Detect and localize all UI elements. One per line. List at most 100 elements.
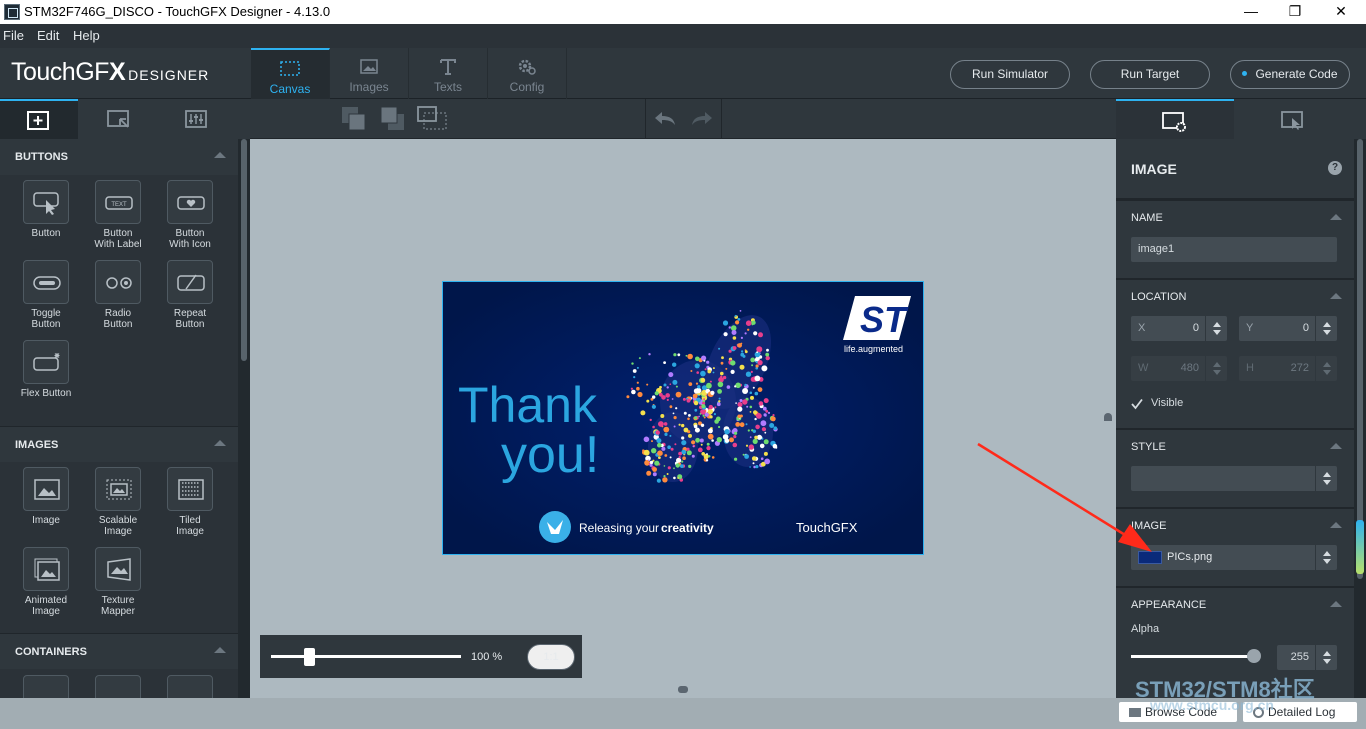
tab-properties[interactable] xyxy=(1116,99,1234,139)
butterfly-dot xyxy=(668,372,674,378)
image-select[interactable]: PICs.png xyxy=(1131,545,1337,570)
restore-button[interactable]: ❐ xyxy=(1272,0,1318,24)
alpha-stepper[interactable] xyxy=(1315,645,1337,670)
butterfly-dot xyxy=(701,404,706,409)
butterfly-dot xyxy=(764,431,767,434)
widget-animated-image[interactable]: Animated Image xyxy=(12,547,80,617)
flex-button-icon xyxy=(33,353,60,371)
widget-repeat-button[interactable]: Repeat Button xyxy=(156,260,224,330)
widget-tiled-image[interactable]: Tiled Image xyxy=(156,467,224,537)
style-select[interactable] xyxy=(1131,466,1337,491)
widget-label: Image xyxy=(32,515,60,526)
butterfly-dot xyxy=(744,383,747,387)
y-field[interactable]: Y 0 xyxy=(1239,316,1337,341)
butterfly-dot xyxy=(772,414,775,417)
tab-interactions-right[interactable] xyxy=(1236,99,1354,139)
butterfly-dot xyxy=(695,382,699,385)
widget-button-with-icon[interactable]: Button With Icon xyxy=(156,180,224,250)
image1-widget[interactable]: ST life.augmented Thank you! Releasing y… xyxy=(442,281,924,555)
widget-image[interactable]: Image xyxy=(12,467,80,526)
visible-checkbox[interactable] xyxy=(1131,398,1143,410)
containers-section-header[interactable]: CONTAINERS xyxy=(0,633,238,669)
fit-to-content-icon[interactable] xyxy=(416,105,450,133)
right-scrollbar[interactable] xyxy=(1354,139,1366,698)
x-stepper[interactable] xyxy=(1205,316,1227,341)
menu-help[interactable]: Help xyxy=(73,28,100,43)
tab-tree-view[interactable] xyxy=(80,99,158,139)
name-input[interactable]: image1 xyxy=(1131,237,1337,262)
widget-container-3[interactable] xyxy=(156,675,224,698)
butterfly-dot xyxy=(673,467,675,470)
appearance-section-label: APPEARANCE xyxy=(1131,599,1207,611)
butterfly-dot xyxy=(757,360,763,366)
help-icon[interactable]: ? xyxy=(1328,161,1342,175)
canvas-resize-handle-right[interactable] xyxy=(1104,413,1112,421)
name-input-value: image1 xyxy=(1138,243,1175,255)
image-select-arrows[interactable] xyxy=(1315,545,1337,570)
tab-config[interactable]: Config xyxy=(488,48,567,99)
canvas-resize-handle-bottom[interactable] xyxy=(678,686,688,693)
tab-images-label: Images xyxy=(349,80,389,94)
widget-container-2[interactable] xyxy=(84,675,152,698)
collapse-caret-icon[interactable] xyxy=(1330,601,1342,607)
close-button[interactable]: ✕ xyxy=(1318,0,1364,24)
widget-radio-button[interactable]: Radio Button xyxy=(84,260,152,330)
buttons-section-header[interactable]: BUTTONS xyxy=(0,139,238,175)
right-scroll-thumb[interactable] xyxy=(1357,139,1363,579)
tab-texts-label: Texts xyxy=(433,80,462,94)
tab-interactions[interactable] xyxy=(160,99,238,139)
widget-label-2: With Icon xyxy=(169,239,211,250)
widget-texture-mapper[interactable]: Texture Mapper xyxy=(84,547,152,617)
tab-texts[interactable]: Texts xyxy=(409,48,488,99)
widget-toggle-button[interactable]: Toggle Button xyxy=(12,260,80,330)
widget-scalable-image[interactable]: Scalable Image xyxy=(84,467,152,537)
redo-icon[interactable] xyxy=(690,109,714,129)
collapse-caret-icon[interactable] xyxy=(1330,443,1342,449)
tab-images[interactable]: Images xyxy=(330,48,409,99)
generate-code-button[interactable]: Generate Code xyxy=(1230,60,1350,89)
butterfly-dot xyxy=(763,451,768,456)
left-scrollbar[interactable] xyxy=(238,139,250,698)
butterfly-dot xyxy=(751,456,757,461)
run-simulator-button[interactable]: Run Simulator xyxy=(950,60,1070,89)
widget-button[interactable]: Button xyxy=(12,180,80,239)
zoom-slider-thumb[interactable] xyxy=(304,648,315,666)
widget-flex-button[interactable]: Flex Button xyxy=(12,340,80,399)
containers-section-label: CONTAINERS xyxy=(15,646,87,658)
butterfly-dot xyxy=(697,394,700,397)
widget-button-with-label[interactable]: TEXT Button With Label xyxy=(84,180,152,250)
alpha-slider-track[interactable] xyxy=(1131,655,1253,658)
widget-label: Button xyxy=(103,228,133,239)
butterfly-dot xyxy=(678,451,682,456)
y-stepper[interactable] xyxy=(1315,316,1337,341)
butterfly-dot xyxy=(675,385,678,388)
menu-edit[interactable]: Edit xyxy=(37,28,59,43)
undo-icon[interactable] xyxy=(653,109,677,129)
alpha-field[interactable]: 255 xyxy=(1277,645,1337,670)
butterfly-dot xyxy=(652,425,655,429)
collapse-caret-icon[interactable] xyxy=(1330,522,1342,528)
butterfly-dot xyxy=(631,389,636,395)
butterfly-dot xyxy=(739,422,745,428)
butterfly-dot xyxy=(752,438,758,444)
run-target-button[interactable]: Run Target xyxy=(1090,60,1210,89)
minimize-button[interactable]: — xyxy=(1228,0,1274,24)
collapse-caret-icon[interactable] xyxy=(1330,214,1342,220)
widget-container-1[interactable] xyxy=(12,675,80,698)
style-select-arrows[interactable] xyxy=(1315,466,1337,491)
bring-forward-icon[interactable] xyxy=(340,105,368,133)
menu-file[interactable]: File xyxy=(3,28,24,43)
tab-add-widget[interactable] xyxy=(0,99,78,139)
zoom-reset-button[interactable]: 1:1 xyxy=(527,644,575,670)
send-backward-icon[interactable] xyxy=(379,105,407,133)
butterfly-dot xyxy=(767,411,771,414)
zoom-slider-track[interactable] xyxy=(271,655,461,658)
images-section-header[interactable]: IMAGES xyxy=(0,426,238,462)
tab-canvas[interactable]: Canvas xyxy=(251,48,330,99)
butterfly-dot xyxy=(703,398,705,400)
x-field[interactable]: X 0 xyxy=(1131,316,1227,341)
widget-label: Radio xyxy=(104,308,132,319)
left-scroll-thumb[interactable] xyxy=(241,139,247,361)
collapse-caret-icon[interactable] xyxy=(1330,293,1342,299)
alpha-slider-thumb[interactable] xyxy=(1247,649,1261,663)
